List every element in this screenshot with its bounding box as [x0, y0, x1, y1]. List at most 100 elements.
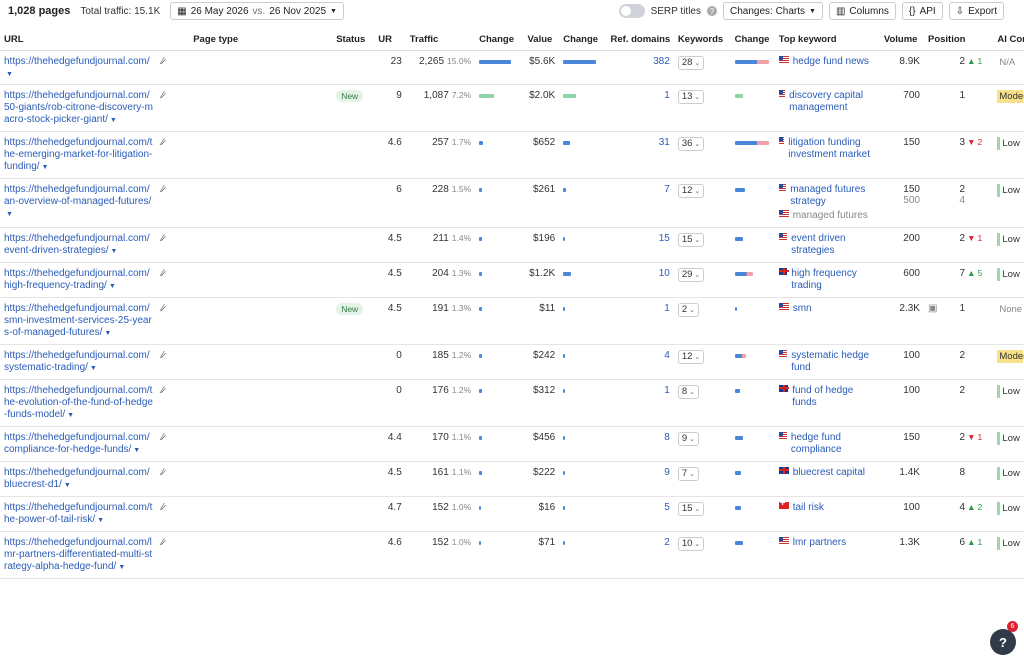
url-menu-chevron-icon[interactable]: ▼ — [42, 164, 49, 171]
ref-domains-link[interactable]: 4 — [664, 350, 670, 361]
magic-wand-icon[interactable]: ⁄̷ — [162, 385, 164, 396]
top-keyword-link[interactable]: hedge fund news — [793, 56, 869, 68]
page-url-link[interactable]: https://thehedgefundjournal.com/complian… — [4, 432, 150, 455]
page-url-link[interactable]: https://thehedgefundjournal.com/high-fre… — [4, 268, 150, 291]
top-keyword-link[interactable]: tail risk — [793, 502, 824, 514]
page-url-link[interactable]: https://thehedgefundjournal.com/an-overv… — [4, 184, 151, 207]
ref-domains-link[interactable]: 8 — [664, 432, 670, 443]
col-volume[interactable]: Volume — [879, 30, 924, 51]
top-keyword-link[interactable]: lmr partners — [793, 537, 846, 549]
top-keyword-link[interactable]: managed futures strategy — [790, 184, 876, 208]
help-icon[interactable]: ? — [706, 6, 717, 16]
magic-wand-icon[interactable]: ⁄̷ — [162, 137, 164, 148]
top-keyword-link[interactable]: discovery capital management — [789, 90, 876, 114]
keywords-dropdown[interactable]: 7 ⌄ — [677, 466, 699, 481]
url-menu-chevron-icon[interactable]: ▼ — [6, 211, 13, 218]
ref-domains-link[interactable]: 1 — [664, 385, 670, 396]
col-traffic[interactable]: Traffic — [405, 30, 476, 51]
url-menu-chevron-icon[interactable]: ▼ — [133, 447, 140, 454]
url-menu-chevron-icon[interactable]: ▼ — [104, 330, 111, 337]
ref-domains-link[interactable]: 9 — [664, 467, 670, 478]
ref-domains-link[interactable]: 1 — [664, 90, 670, 101]
keywords-dropdown[interactable]: 2 ⌄ — [677, 302, 699, 317]
page-url-link[interactable]: https://thehedgefundjournal.com/the-evol… — [4, 385, 153, 420]
keywords-dropdown[interactable]: 10 ⌄ — [677, 536, 705, 551]
page-url-link[interactable]: https://thehedgefundjournal.com/the-emer… — [4, 137, 152, 172]
changes-dropdown[interactable]: Changes: Charts ▼ — [722, 2, 823, 20]
page-url-link[interactable]: https://thehedgefundjournal.com/smn-inve… — [4, 303, 152, 338]
keywords-dropdown[interactable]: 12 ⌄ — [677, 183, 705, 198]
page-url-link[interactable]: https://thehedgefundjournal.com/lmr-part… — [4, 537, 152, 572]
magic-wand-icon[interactable]: ⁄̷ — [162, 90, 164, 101]
top-keyword-link[interactable]: systematic hedge fund — [791, 350, 876, 374]
col-traffic-change[interactable]: Change — [475, 30, 524, 51]
col-url[interactable]: URL — [0, 30, 158, 51]
url-menu-chevron-icon[interactable]: ▼ — [67, 412, 74, 419]
top-keyword-link[interactable]: managed futures — [793, 210, 868, 222]
col-value-change[interactable]: Change — [559, 30, 607, 51]
col-status[interactable]: Status — [332, 30, 375, 51]
keywords-dropdown[interactable]: 15 ⌄ — [677, 501, 705, 516]
top-keyword-link[interactable]: bluecrest capital — [793, 467, 865, 479]
col-ai-content[interactable]: AI Content — [993, 30, 1024, 51]
top-keyword-link[interactable]: litigation funding investment market — [788, 137, 876, 161]
keywords-dropdown[interactable]: 36 ⌄ — [677, 136, 705, 151]
ref-domains-link[interactable]: 382 — [653, 56, 670, 67]
date-compare-button[interactable]: ▦ 26 May 2026 vs. 26 Nov 2025 ▼ — [170, 2, 344, 20]
api-button[interactable]: {} API — [901, 2, 943, 20]
page-url-link[interactable]: https://thehedgefundjournal.com/ — [4, 56, 150, 67]
magic-wand-icon[interactable]: ⁄̷ — [162, 432, 164, 443]
ref-domains-link[interactable]: 2 — [664, 537, 670, 548]
magic-wand-icon[interactable]: ⁄̷ — [162, 303, 164, 314]
keywords-dropdown[interactable]: 13 ⌄ — [677, 89, 705, 104]
ref-domains-link[interactable]: 15 — [659, 233, 670, 244]
magic-wand-icon[interactable]: ⁄̷ — [162, 268, 164, 279]
ref-domains-link[interactable]: 1 — [664, 303, 670, 314]
keywords-dropdown[interactable]: 15 ⌄ — [677, 232, 705, 247]
magic-wand-icon[interactable]: ⁄̷ — [162, 233, 164, 244]
url-menu-chevron-icon[interactable]: ▼ — [64, 482, 71, 489]
col-top-keyword[interactable]: Top keyword — [774, 30, 880, 51]
top-keyword-link[interactable]: fund of hedge funds — [792, 385, 876, 409]
magic-wand-icon[interactable]: ⁄̷ — [162, 502, 164, 513]
url-menu-chevron-icon[interactable]: ▼ — [109, 283, 116, 290]
col-position[interactable]: Position — [923, 30, 994, 51]
top-keyword-link[interactable]: hedge fund compliance — [791, 432, 876, 456]
page-url-link[interactable]: https://thehedgefundjournal.com/systemat… — [4, 350, 150, 373]
page-url-link[interactable]: https://thehedgefundjournal.com/event-dr… — [4, 233, 150, 256]
top-keyword-link[interactable]: smn — [793, 303, 812, 315]
url-menu-chevron-icon[interactable]: ▼ — [111, 248, 118, 255]
col-keywords-change[interactable]: Change — [730, 30, 775, 51]
page-url-link[interactable]: https://thehedgefundjournal.com/the-powe… — [4, 502, 152, 525]
serp-titles-toggle[interactable] — [618, 4, 645, 18]
col-value[interactable]: Value — [523, 30, 560, 51]
magic-wand-icon[interactable]: ⁄̷ — [162, 350, 164, 361]
url-menu-chevron-icon[interactable]: ▼ — [6, 71, 13, 78]
page-url-link[interactable]: https://thehedgefundjournal.com/50-giant… — [4, 90, 153, 125]
col-page-type[interactable]: Page type — [189, 30, 333, 51]
url-menu-chevron-icon[interactable]: ▼ — [118, 564, 125, 571]
url-menu-chevron-icon[interactable]: ▼ — [97, 517, 104, 524]
magic-wand-icon[interactable]: ⁄̷ — [162, 184, 164, 195]
col-ref-domains[interactable]: Ref. domains — [606, 30, 674, 51]
magic-wand-icon[interactable]: ⁄̷ — [162, 56, 164, 67]
col-keywords[interactable]: Keywords — [673, 30, 731, 51]
columns-button[interactable]: ▥ Columns — [828, 2, 896, 20]
magic-wand-icon[interactable]: ⁄̷ — [162, 467, 164, 478]
ref-domains-link[interactable]: 7 — [664, 184, 670, 195]
export-button[interactable]: ⇩ Export — [948, 2, 1004, 20]
keywords-dropdown[interactable]: 8 ⌄ — [677, 384, 699, 399]
ref-domains-link[interactable]: 5 — [664, 502, 670, 513]
ref-domains-link[interactable]: 31 — [659, 137, 670, 148]
help-chat-button[interactable]: ? — [990, 629, 1016, 655]
keywords-dropdown[interactable]: 9 ⌄ — [677, 431, 699, 446]
url-menu-chevron-icon[interactable]: ▼ — [110, 117, 117, 124]
top-keyword-link[interactable]: event driven strategies — [791, 233, 876, 257]
keywords-dropdown[interactable]: 29 ⌄ — [677, 267, 705, 282]
url-menu-chevron-icon[interactable]: ▼ — [90, 365, 97, 372]
page-url-link[interactable]: https://thehedgefundjournal.com/bluecres… — [4, 467, 150, 490]
keywords-dropdown[interactable]: 12 ⌄ — [677, 349, 705, 364]
magic-wand-icon[interactable]: ⁄̷ — [162, 537, 164, 548]
keywords-dropdown[interactable]: 28 ⌄ — [677, 55, 705, 70]
col-ur[interactable]: UR — [374, 30, 406, 51]
